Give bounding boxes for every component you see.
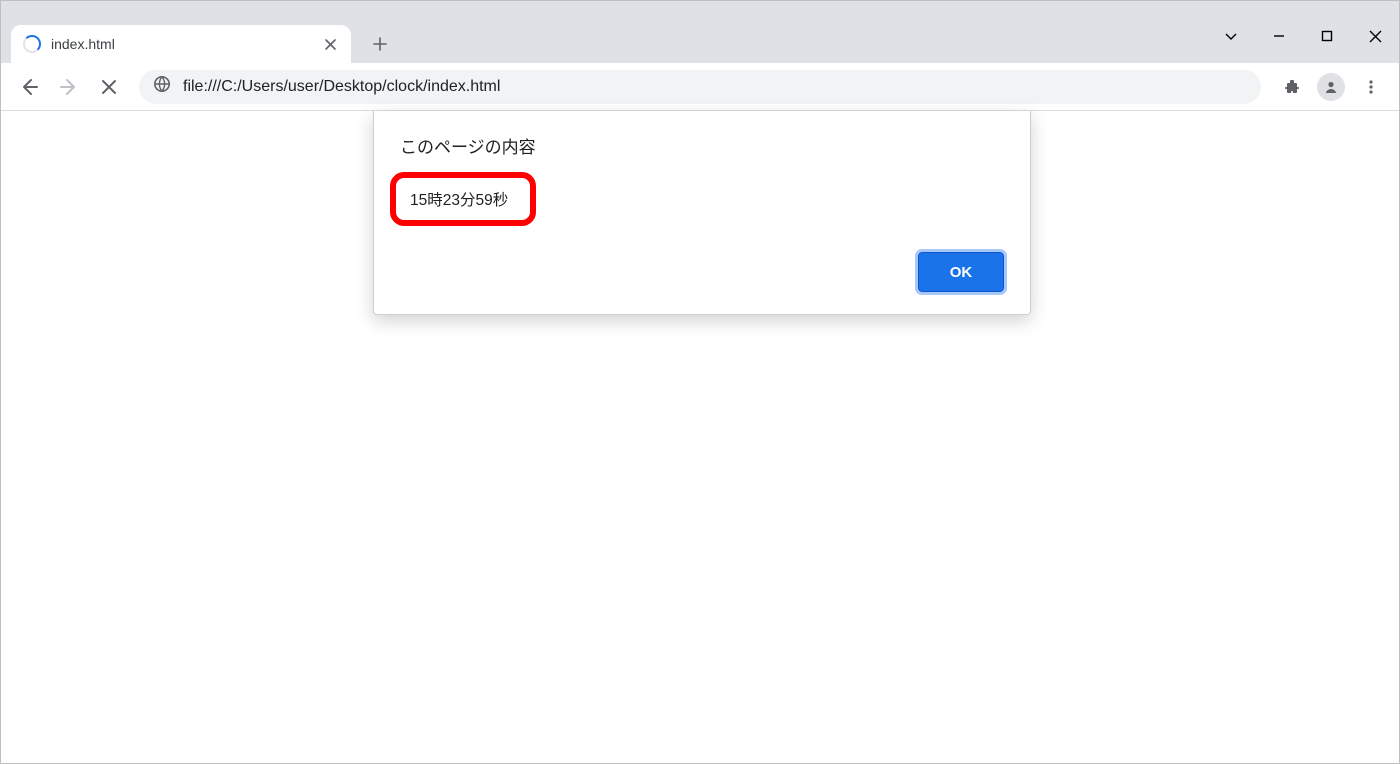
avatar-icon [1317, 73, 1345, 101]
window-close-button[interactable] [1351, 16, 1399, 56]
toolbar-right [1271, 69, 1391, 105]
address-bar-url: file:///C:/Users/user/Desktop/clock/inde… [183, 78, 500, 96]
address-bar[interactable]: file:///C:/Users/user/Desktop/clock/inde… [139, 70, 1261, 104]
highlight-annotation: 15時23分59秒 [390, 172, 536, 226]
browser-tab[interactable]: index.html [11, 25, 351, 63]
site-info-icon[interactable] [153, 75, 171, 98]
browser-toolbar: file:///C:/Users/user/Desktop/clock/inde… [1, 63, 1399, 111]
window-controls [1207, 16, 1399, 56]
back-button[interactable] [11, 69, 47, 105]
loading-spinner-icon [23, 35, 41, 53]
window-minimize-button[interactable] [1255, 16, 1303, 56]
tab-strip: index.html [1, 16, 1399, 63]
alert-dialog-message: 15時23分59秒 [410, 188, 508, 210]
javascript-alert-dialog: このページの内容 15時23分59秒 OK [373, 111, 1031, 315]
alert-dialog-title: このページの内容 [400, 133, 1004, 158]
extensions-button[interactable] [1273, 69, 1309, 105]
alert-ok-button[interactable]: OK [918, 252, 1004, 292]
window-dropdown-button[interactable] [1207, 16, 1255, 56]
window-titlebar [1, 1, 1399, 16]
menu-button[interactable] [1353, 69, 1389, 105]
window-maximize-button[interactable] [1303, 16, 1351, 56]
stop-reload-button[interactable] [91, 69, 127, 105]
close-tab-button[interactable] [321, 35, 339, 53]
forward-button[interactable] [51, 69, 87, 105]
page-content: このページの内容 15時23分59秒 OK [1, 111, 1399, 763]
profile-button[interactable] [1313, 69, 1349, 105]
new-tab-button[interactable] [365, 29, 395, 59]
alert-dialog-actions: OK [400, 252, 1004, 292]
tab-title: index.html [51, 36, 321, 52]
